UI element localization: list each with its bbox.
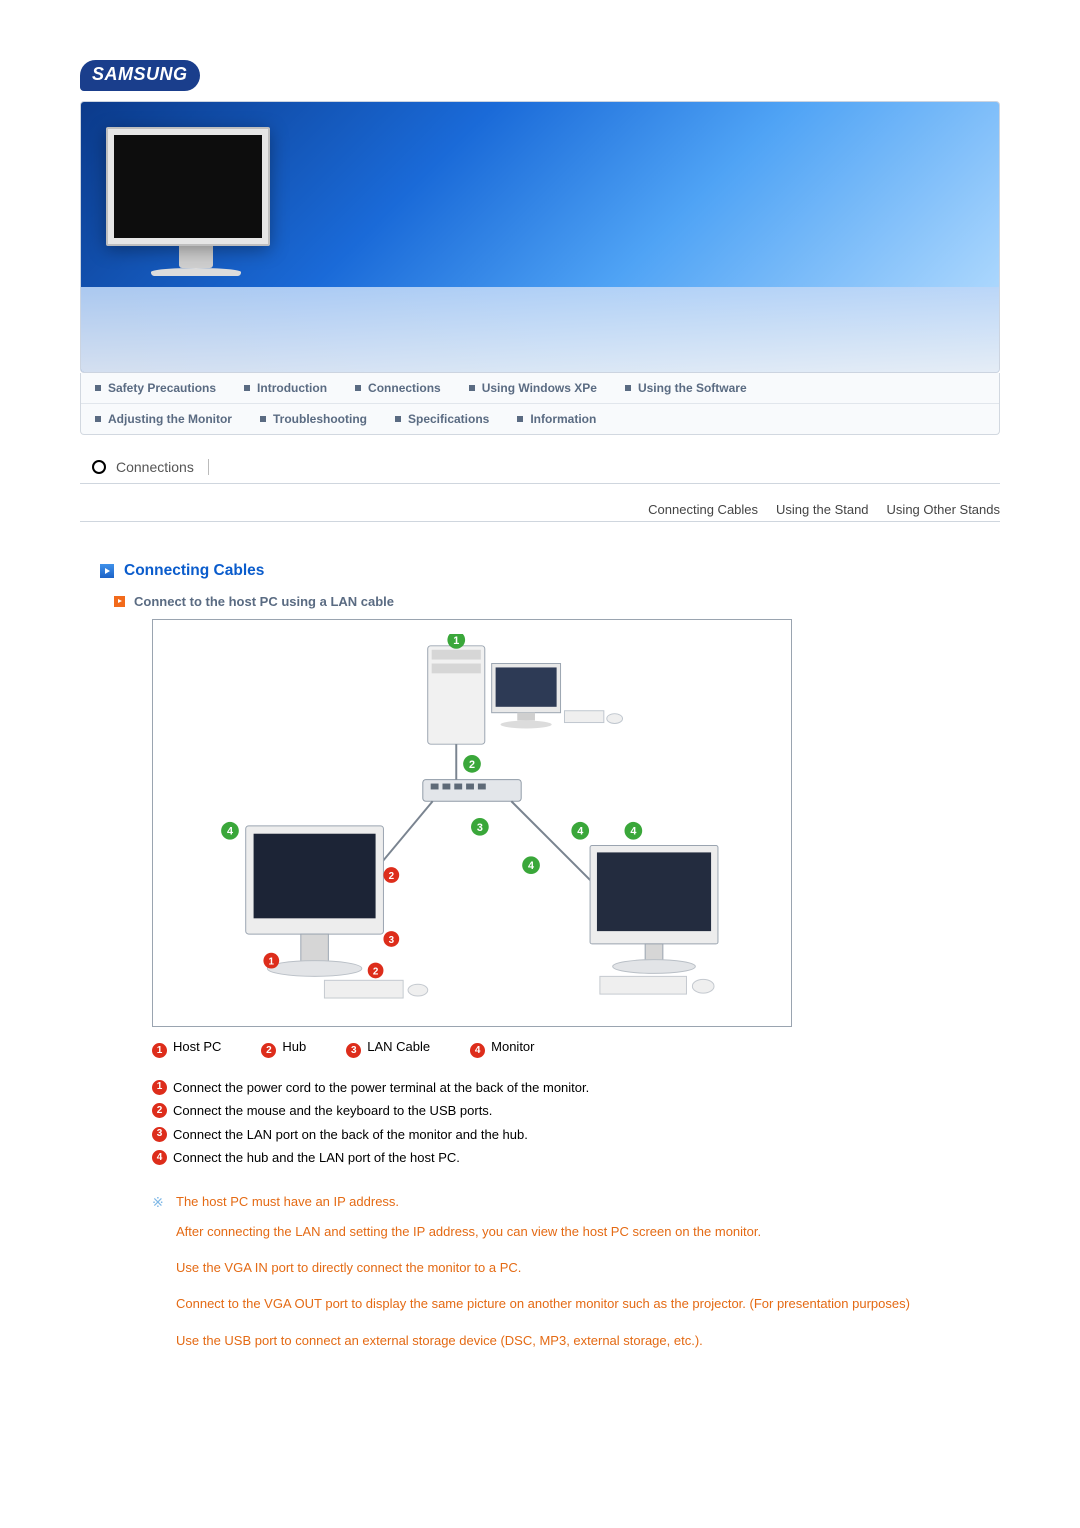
svg-text:4: 4 — [227, 826, 233, 838]
legend-num-1-icon: 1 — [152, 1043, 167, 1058]
nav-connections[interactable]: Connections — [341, 373, 455, 403]
nav-specifications[interactable]: Specifications — [381, 404, 503, 434]
sub-nav: Connecting Cables Using the Stand Using … — [80, 502, 1000, 517]
section-title: Connecting Cables — [100, 562, 1000, 580]
nav-introduction[interactable]: Introduction — [230, 373, 341, 403]
hero-banner — [80, 101, 1000, 373]
svg-text:3: 3 — [477, 822, 483, 834]
note-mark-icon: ※ — [152, 1191, 166, 1215]
svg-text:2: 2 — [373, 966, 379, 977]
svg-text:1: 1 — [269, 957, 275, 968]
main-nav: Safety Precautions Introduction Connecti… — [80, 373, 1000, 435]
section-bullet-icon — [100, 564, 114, 578]
svg-text:1: 1 — [453, 635, 459, 647]
diagram-legend: 1Host PC 2Hub 3LAN Cable 4Monitor — [152, 1039, 1000, 1058]
nav-safety-precautions[interactable]: Safety Precautions — [81, 373, 230, 403]
step-num-2-icon: 2 — [152, 1103, 167, 1118]
step-num-4-icon: 4 — [152, 1150, 167, 1165]
diagram-right-monitor — [590, 846, 718, 995]
diagram-left-monitor — [246, 826, 428, 998]
breadcrumb: Connections — [92, 459, 1000, 475]
steps-list: 1Connect the power cord to the power ter… — [152, 1076, 1000, 1170]
sub-bullet-icon — [114, 596, 125, 607]
nav-troubleshooting[interactable]: Troubleshooting — [246, 404, 381, 434]
nav-information[interactable]: Information — [503, 404, 610, 434]
step-num-1-icon: 1 — [152, 1080, 167, 1095]
sub-heading: Connect to the host PC using a LAN cable — [114, 594, 1000, 609]
connection-diagram: 1 2 3 4 4 1 2 — [152, 619, 792, 1027]
svg-text:2: 2 — [389, 871, 395, 882]
nav-using-windows-xpe[interactable]: Using Windows XPe — [455, 373, 611, 403]
brand-logo: SAMSUNG — [80, 60, 200, 91]
subnav-using-the-stand[interactable]: Using the Stand — [776, 502, 869, 517]
svg-text:4: 4 — [630, 826, 636, 838]
breadcrumb-icon — [92, 460, 106, 474]
legend-num-2-icon: 2 — [261, 1043, 276, 1058]
breadcrumb-label: Connections — [116, 459, 209, 475]
legend-num-4-icon: 4 — [470, 1043, 485, 1058]
diagram-hub — [423, 780, 521, 802]
svg-text:4: 4 — [577, 826, 583, 838]
subnav-using-other-stands[interactable]: Using Other Stands — [887, 502, 1000, 517]
nav-adjusting-the-monitor[interactable]: Adjusting the Monitor — [81, 404, 246, 434]
svg-text:4: 4 — [528, 860, 534, 872]
notes: ※The host PC must have an IP address. Af… — [152, 1191, 1000, 1351]
hero-monitor-illustration — [106, 127, 286, 277]
diagram-host-pc — [428, 646, 623, 744]
svg-text:3: 3 — [389, 935, 395, 946]
step-num-3-icon: 3 — [152, 1127, 167, 1142]
subnav-connecting-cables[interactable]: Connecting Cables — [648, 502, 758, 517]
legend-num-3-icon: 3 — [346, 1043, 361, 1058]
nav-using-the-software[interactable]: Using the Software — [611, 373, 761, 403]
svg-text:2: 2 — [469, 759, 475, 771]
